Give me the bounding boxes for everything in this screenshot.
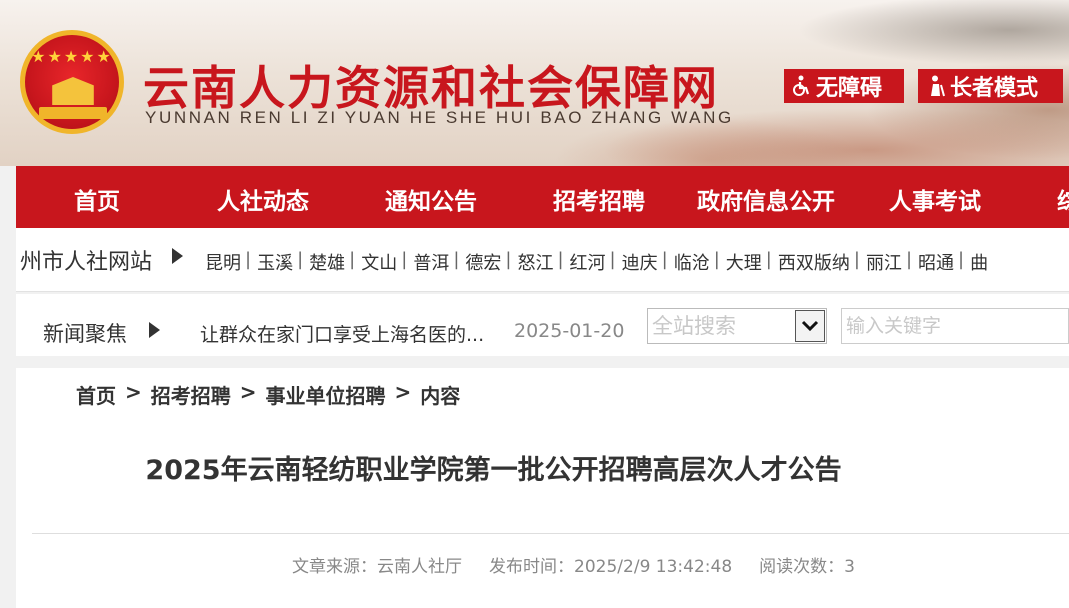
elder-mode-button[interactable]: 长者模式 <box>918 69 1063 103</box>
city-separator: | <box>661 249 668 270</box>
emblem-gate <box>52 77 94 105</box>
article-title: 2025年云南轻纺职业学院第一批公开招聘高层次人才公告 <box>145 455 842 486</box>
nav-item-hrss-news[interactable]: 人社动态 <box>217 182 309 216</box>
wheelchair-icon <box>790 74 814 98</box>
article-read-count: 阅读次数：3 <box>759 557 855 577</box>
divider <box>32 533 1069 534</box>
city-link-wenshan[interactable]: 文山 <box>361 249 397 275</box>
city-link-qujing[interactable]: 曲 <box>970 249 988 275</box>
news-headline-link[interactable]: 让群众在家门口享受上海名医的... <box>200 320 484 347</box>
city-separator: | <box>905 249 913 270</box>
city-link-dehong[interactable]: 德宏 <box>465 249 501 275</box>
breadcrumb-recruitment[interactable]: 招考招聘 <box>151 380 231 409</box>
city-separator: | <box>245 249 252 270</box>
city-separator: | <box>853 249 860 270</box>
city-sites-bar: 州市人社网站 昆明 | 玉溪 | 楚雄 | 文山 | 普洱 | 德宏 | 怒江 | 红河 | 迪… <box>16 228 1069 292</box>
article-source: 文章来源：云南人社厅 <box>292 557 462 577</box>
city-separator: | <box>609 249 616 270</box>
city-link-chuxiong[interactable]: 楚雄 <box>309 249 345 275</box>
nav-item-exams[interactable]: 人事考试 <box>889 182 981 216</box>
city-separator: | <box>765 249 772 270</box>
city-separator: | <box>297 249 304 270</box>
city-link-lijiang[interactable]: 丽江 <box>866 249 902 275</box>
city-link-lincang[interactable]: 临沧 <box>674 249 710 275</box>
chevron-down-icon[interactable] <box>795 310 825 342</box>
city-link-kunming[interactable]: 昆明 <box>205 249 241 275</box>
breadcrumb-separator: > <box>394 380 412 404</box>
triangle-right-icon <box>149 322 160 338</box>
nav-item-notices[interactable]: 通知公告 <box>385 182 477 216</box>
news-focus-bar: 新闻聚焦 让群众在家门口享受上海名医的... 2025-01-20 全站搜索 <box>16 294 1069 356</box>
emblem-base <box>39 107 107 119</box>
article-published-time: 发布时间：2025/2/9 13:42:48 <box>489 557 733 577</box>
city-link-xishuangbanna[interactable]: 西双版纳 <box>778 249 850 275</box>
news-focus-label: 新闻聚焦 <box>43 322 127 346</box>
nav-item-home[interactable]: 首页 <box>74 182 120 216</box>
city-sites-title: 州市人社网站 <box>20 250 153 275</box>
breadcrumb-current: 内容 <box>420 384 461 408</box>
nav-item-gov-info[interactable]: 政府信息公开 <box>697 182 835 216</box>
emblem-stars: ★★★★★ <box>31 47 113 66</box>
city-separator: | <box>505 249 512 270</box>
accessibility-button[interactable]: 无障碍 <box>784 69 904 103</box>
city-link-nujiang[interactable]: 怒江 <box>517 249 553 275</box>
nav-item-recruitment[interactable]: 招考招聘 <box>553 182 645 216</box>
city-separator: | <box>557 249 564 270</box>
search-scope-select[interactable]: 全站搜索 <box>647 308 827 344</box>
city-separator: | <box>401 249 408 270</box>
breadcrumb: 首页 > 招考招聘 > 事业单位招聘 > 内容 <box>76 380 460 409</box>
site-pinyin: YUNNAN REN LI ZI YUAN HE SHE HUI BAO ZHA… <box>145 108 734 127</box>
nav-item-more[interactable]: 综 <box>1057 182 1069 216</box>
elder-mode-label: 长者模式 <box>950 76 1039 101</box>
breadcrumb-separator: > <box>239 380 257 404</box>
article-panel: 首页 > 招考招聘 > 事业单位招聘 > 内容 2025年云南轻纺职业学院第一批… <box>16 368 1069 608</box>
city-separator: | <box>958 249 965 270</box>
city-link-honghe[interactable]: 红河 <box>570 249 606 275</box>
search-scope-value: 全站搜索 <box>652 314 736 338</box>
city-separator: | <box>713 249 720 270</box>
city-link-yuxi[interactable]: 玉溪 <box>257 249 293 275</box>
national-emblem-icon: ★★★★★ <box>20 30 124 134</box>
breadcrumb-separator: > <box>125 380 142 404</box>
breadcrumb-institution-recruitment[interactable]: 事业单位招聘 <box>266 380 386 409</box>
site-header: ★★★★★ 云南人力资源和社会保障网 YUNNAN REN LI ZI YUAN… <box>0 0 1069 166</box>
city-link-dali[interactable]: 大理 <box>726 249 762 275</box>
city-link-zhaotong[interactable]: 昭通 <box>918 249 954 275</box>
elder-icon <box>924 74 948 98</box>
city-link-puer[interactable]: 普洱 <box>413 249 449 275</box>
search-input[interactable] <box>841 308 1069 344</box>
triangle-right-icon <box>172 248 183 264</box>
city-list: 昆明 | 玉溪 | 楚雄 | 文山 | 普洱 | 德宏 | 怒江 | 红河 | 迪庆 | 临沧 | … <box>205 249 988 275</box>
city-separator: | <box>453 249 460 270</box>
city-link-diqing[interactable]: 迪庆 <box>622 249 658 275</box>
article-meta: 文章来源：云南人社厅 发布时间：2025/2/9 13:42:48 阅读次数：3 <box>292 552 855 577</box>
city-separator: | <box>349 249 356 270</box>
news-date: 2025-01-20 <box>514 320 625 342</box>
breadcrumb-home[interactable]: 首页 <box>76 380 116 409</box>
main-nav: 首页 人社动态 通知公告 招考招聘 政府信息公开 人事考试 综 <box>16 166 1069 228</box>
accessibility-label: 无障碍 <box>816 76 883 101</box>
